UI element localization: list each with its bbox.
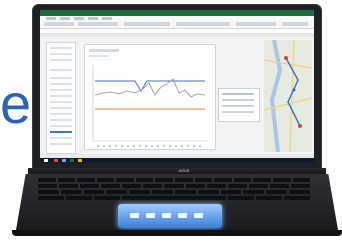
laptop-screen [40,10,314,163]
series-gray-line [94,78,206,98]
brand-logo: ASUS [178,168,190,173]
laptop: ASUS [0,0,342,244]
keyboard [38,178,311,200]
taskbar [40,158,314,163]
filter-panel [46,42,76,154]
line-chart [84,44,216,150]
map-icon [264,40,312,152]
column-headers [40,34,314,37]
map-pane[interactable] [264,40,312,152]
touchpad-icon [118,204,222,228]
laptop-base-edge [12,230,342,236]
legend-panel [218,88,260,122]
ribbon [40,16,314,29]
chart-canvas [89,49,209,147]
